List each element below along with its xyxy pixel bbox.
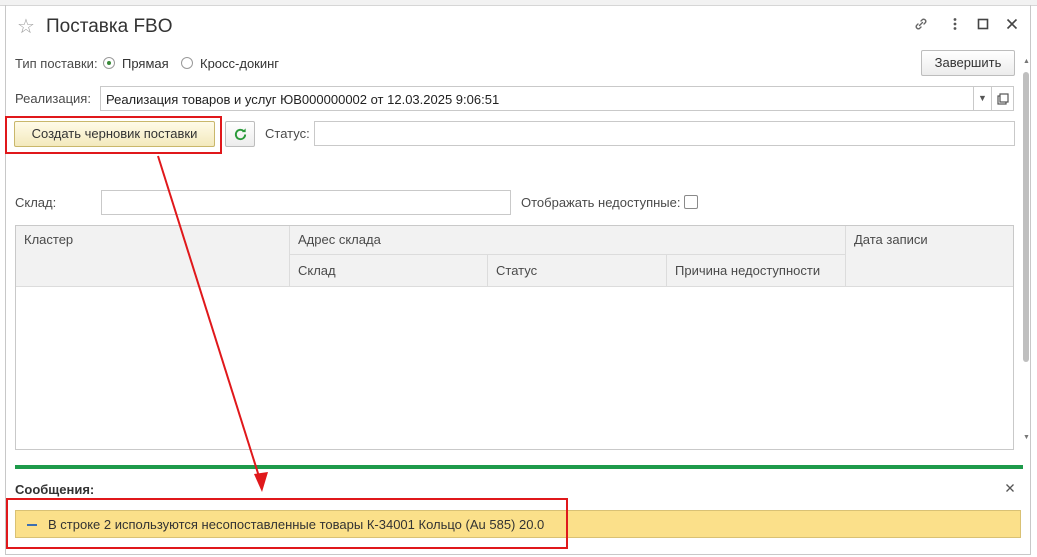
annotation-arrow: [157, 155, 268, 492]
